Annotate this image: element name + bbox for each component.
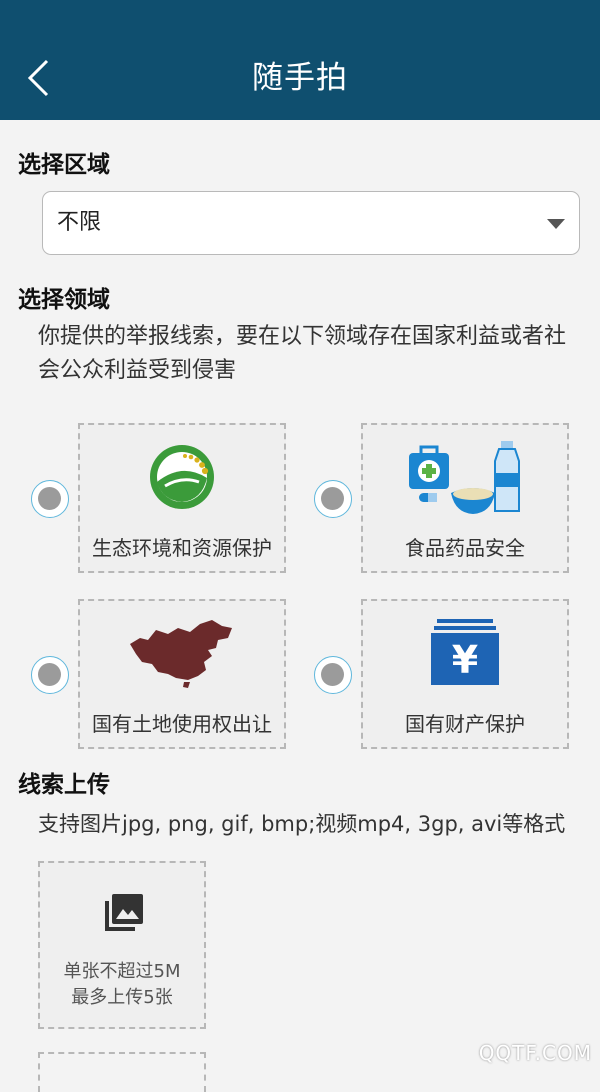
radio-food-drug[interactable] (314, 480, 352, 518)
photo-library-icon (105, 894, 143, 931)
field-option-ecology[interactable]: 生态环境和资源保护 (78, 423, 286, 573)
svg-text:¥: ¥ (452, 638, 478, 682)
china-map-icon (130, 620, 232, 688)
food-drug-icon (409, 441, 520, 514)
watermark: QQTF.COM (478, 1041, 592, 1065)
upload-box[interactable]: 单张不超过5M 最多上传5张 (38, 861, 206, 1029)
field-description: 你提供的举报线索，要在以下领域存在国家利益或者社会公众利益受到侵害 (38, 324, 567, 383)
upload-count-limit: 最多上传5张 (71, 987, 173, 1008)
ecology-leaf-icon (150, 445, 214, 509)
field-option-food-drug[interactable]: 食品药品安全 (361, 423, 569, 573)
field-option-state-asset[interactable]: ¥ 国有财产保护 (361, 599, 569, 749)
option-label: 国有土地使用权出让 (92, 712, 272, 736)
upload-hint: 支持图片jpg, png, gif, bmp;视频mp4, 3gp, avi等格… (38, 812, 566, 836)
yuan-asset-icon: ¥ (431, 619, 499, 685)
field-section-title: 选择领域 (18, 287, 110, 313)
page-title: 随手拍 (252, 60, 348, 96)
app-header: 随手拍 (0, 0, 600, 120)
upload-size-limit: 单张不超过5M (63, 961, 181, 982)
upload-box-secondary[interactable] (38, 1052, 206, 1092)
region-section-title: 选择区域 (18, 152, 110, 178)
option-label: 食品药品安全 (405, 536, 525, 560)
caret-down-icon (547, 219, 565, 229)
option-label: 生态环境和资源保护 (92, 536, 272, 560)
radio-state-asset[interactable] (314, 656, 352, 694)
region-select-value: 不限 (57, 210, 102, 235)
radio-ecology[interactable] (31, 480, 69, 518)
region-select[interactable]: 不限 (42, 191, 580, 255)
field-option-state-land[interactable]: 国有土地使用权出让 (78, 599, 286, 749)
option-label: 国有财产保护 (405, 712, 525, 736)
upload-section-title: 线索上传 (18, 772, 110, 798)
radio-state-land[interactable] (31, 656, 69, 694)
